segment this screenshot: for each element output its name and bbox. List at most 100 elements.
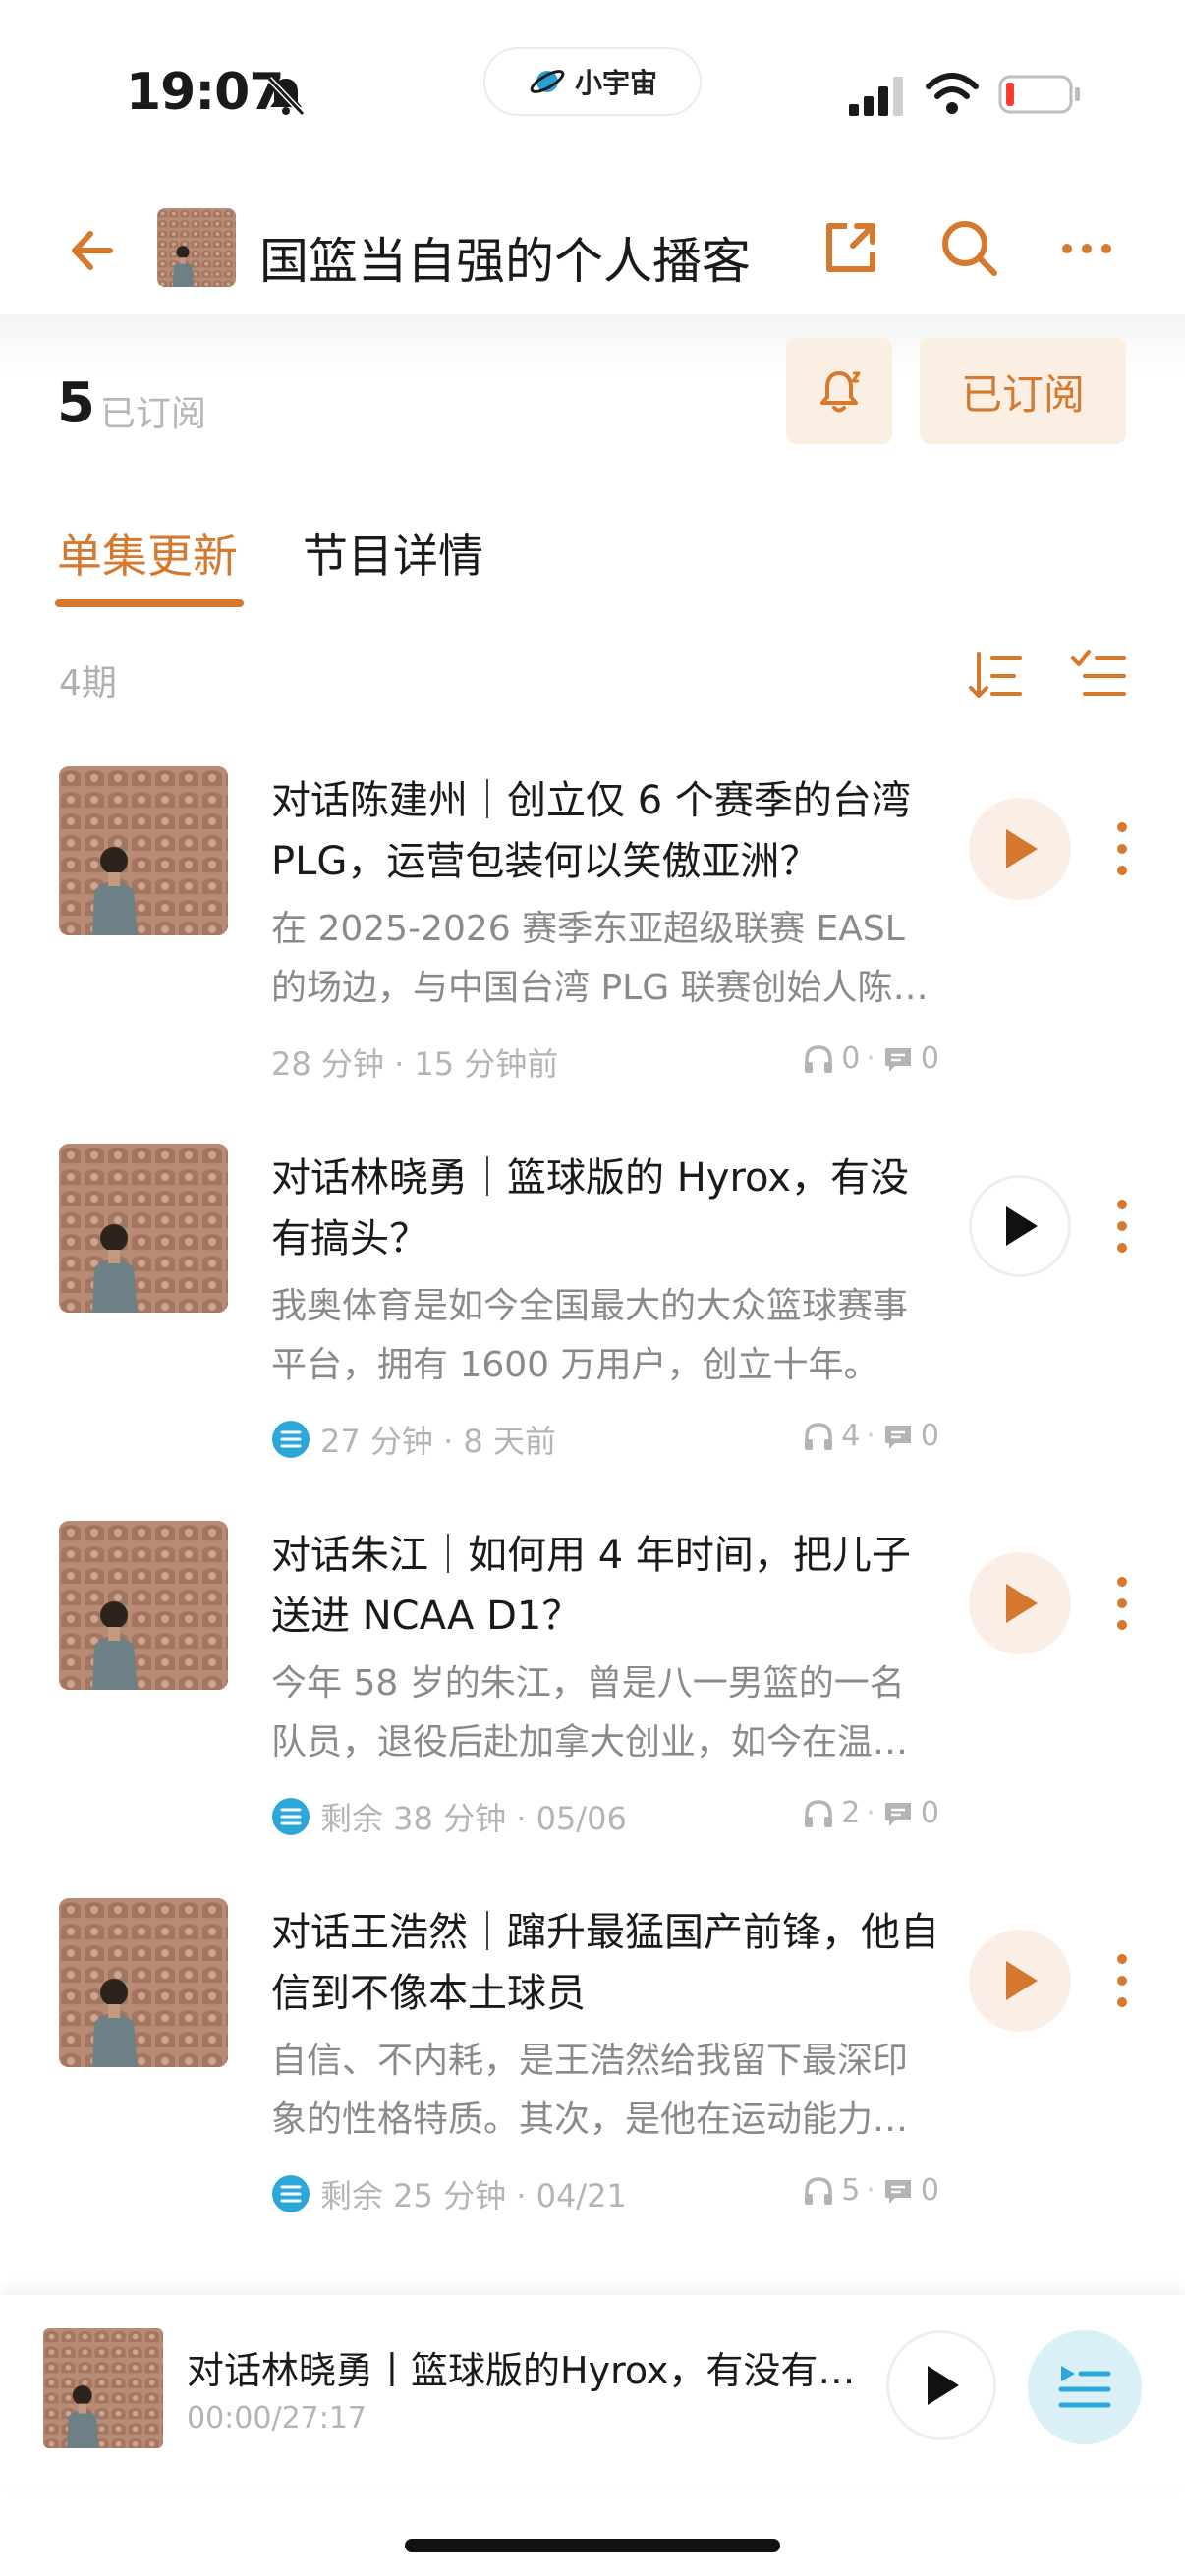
sort-icon[interactable]	[967, 646, 1026, 705]
bell-off-icon	[266, 76, 306, 117]
playlist-queue-button[interactable]	[1028, 2330, 1142, 2444]
headphones-icon	[805, 1422, 833, 1450]
cover-art-image	[59, 766, 228, 935]
episode-duration-date: 剩余 38 分钟 · 05/06	[320, 1800, 627, 1837]
stats-separator: ·	[866, 2173, 875, 2208]
comment-icon	[884, 1802, 911, 1826]
share-icon[interactable]	[819, 216, 882, 279]
episode-cover-image	[59, 1521, 228, 1690]
planet-icon	[530, 70, 565, 93]
cover-art-image	[59, 1898, 228, 2067]
playlist-icon	[1058, 2366, 1111, 2408]
episode-title[interactable]: 对话林晓勇｜篮球版的 Hyrox，有没有搞头？	[271, 1148, 939, 1269]
episode-stats: 2 · 0	[802, 1796, 939, 1830]
active-tab-indicator	[55, 599, 244, 607]
episode-more-icon[interactable]	[1102, 817, 1142, 880]
play-icon	[1006, 829, 1038, 868]
wifi-icon	[926, 73, 979, 114]
comment-count: 0	[920, 1041, 939, 1076]
comment-icon	[884, 1425, 911, 1449]
episode-description: 自信、不内耗，是王浩然给我留下最深印象的性格特质。其次，是他在运动能力上的天赋。	[271, 2041, 909, 2140]
signal-icon	[849, 77, 903, 116]
battery-low-icon	[998, 75, 1080, 114]
episode-item-2[interactable]: 对话林晓勇｜篮球版的 Hyrox，有没有搞头？ 我奥体育是如今全国最大的大众篮球…	[0, 1144, 1185, 1521]
play-count: 5	[841, 2173, 861, 2208]
transcript-icon	[272, 1798, 310, 1835]
episode-duration-date: 剩余 25 分钟 · 04/21	[320, 2177, 627, 2214]
stats-separator: ·	[866, 1041, 875, 1076]
episode-stats: 5 · 0	[802, 2173, 939, 2208]
transcript-icon	[272, 1421, 310, 1458]
play-count: 2	[841, 1796, 861, 1830]
episode-title[interactable]: 对话朱江｜如何用 4 年时间，把儿子送进 NCAA D1？	[271, 1525, 939, 1647]
episode-meta: 27 分钟 · 8 天前	[271, 1417, 556, 1462]
play-icon	[928, 2366, 959, 2405]
comment-icon	[884, 1047, 911, 1072]
subscribed-button[interactable]: 已订阅	[920, 338, 1126, 444]
subscriber-count: 5	[57, 371, 95, 435]
episode-description: 今年 58 岁的朱江，曾是八一男篮的一名队员，退役后赴加拿大创业，如今在温哥华。	[271, 1663, 909, 1763]
subscriber-label: 已订阅	[100, 394, 207, 434]
mini-player-play-button[interactable]	[886, 2330, 996, 2440]
episode-cover-image	[59, 1144, 228, 1313]
more-icon[interactable]	[1057, 222, 1116, 275]
app-island-pill[interactable]: 小宇宙	[483, 47, 702, 116]
headphones-icon	[805, 1799, 833, 1827]
search-icon[interactable]	[937, 216, 1000, 279]
episode-title[interactable]: 对话陈建州｜创立仅 6 个赛季的台湾 PLG，运营包装何以笑傲亚洲？	[271, 770, 939, 892]
headphones-icon	[805, 1044, 833, 1073]
play-icon	[1006, 1206, 1038, 1246]
episode-title[interactable]: 对话王浩然｜蹿升最猛国产前锋，他自信到不像本土球员	[271, 1902, 939, 2024]
episode-duration-date: 27 分钟 · 8 天前	[320, 1423, 556, 1460]
play-icon	[1006, 1961, 1038, 2000]
island-label: 小宇宙	[574, 67, 657, 99]
episode-meta: 剩余 38 分钟 · 05/06	[271, 1794, 627, 1839]
tab-details[interactable]: 节目详情	[303, 521, 483, 586]
status-time: 19:07	[126, 63, 285, 122]
tab-bar: 单集更新 节目详情	[0, 511, 1185, 609]
episode-count-row: 4期	[0, 639, 1185, 717]
comment-count: 0	[920, 1796, 939, 1830]
bell-icon	[820, 371, 861, 413]
episode-count: 4期	[59, 663, 117, 703]
stats-separator: ·	[866, 1796, 875, 1830]
episode-play-button[interactable]	[969, 1175, 1071, 1277]
episode-cover-image	[59, 1898, 228, 2067]
stats-separator: ·	[866, 1419, 875, 1453]
comment-count: 0	[920, 1419, 939, 1453]
episode-more-icon[interactable]	[1102, 1195, 1142, 1258]
episode-play-button[interactable]	[969, 798, 1071, 900]
transcript-icon	[272, 2175, 310, 2212]
cover-art-image	[43, 2328, 163, 2448]
episode-more-icon[interactable]	[1102, 1949, 1142, 2012]
cover-art-image	[59, 1521, 228, 1690]
mini-player[interactable]: 对话林晓勇丨篮球版的Hyrox，有没有… 00:00/27:17	[0, 2295, 1185, 2488]
mini-player-cover	[43, 2328, 163, 2448]
comment-icon	[884, 2179, 911, 2204]
episode-more-icon[interactable]	[1102, 1572, 1142, 1635]
mini-player-title[interactable]: 对话林晓勇丨篮球版的Hyrox，有没有…	[187, 2340, 855, 2394]
comment-count: 0	[920, 2173, 939, 2208]
back-arrow-icon[interactable]	[65, 224, 118, 277]
play-icon	[1006, 1584, 1038, 1623]
episode-stats: 4 · 0	[802, 1419, 939, 1453]
notification-button[interactable]	[786, 338, 892, 444]
episode-meta: 28 分钟 · 15 分钟前	[271, 1039, 558, 1085]
episode-play-button[interactable]	[969, 1930, 1071, 2032]
episode-cover-image	[59, 766, 228, 935]
episode-play-button[interactable]	[969, 1552, 1071, 1654]
play-count: 4	[841, 1419, 861, 1453]
headphones-icon	[805, 2176, 833, 2205]
episode-item-1[interactable]: 对话陈建州｜创立仅 6 个赛季的台湾 PLG，运营包装何以笑傲亚洲？ 在 202…	[0, 766, 1185, 1144]
page-title: 国篮当自强的个人播客	[259, 233, 751, 290]
episode-item-3[interactable]: 对话朱江｜如何用 4 年时间，把儿子送进 NCAA D1？ 今年 58 岁的朱江…	[0, 1521, 1185, 1898]
episode-stats: 0 · 0	[802, 1041, 939, 1076]
episode-meta: 剩余 25 分钟 · 04/21	[271, 2171, 627, 2216]
episode-item-4[interactable]: 对话王浩然｜蹿升最猛国产前锋，他自信到不像本土球员 自信、不内耗，是王浩然给我留…	[0, 1898, 1185, 2275]
subscribe-row: 5 已订阅 已订阅	[0, 314, 1185, 462]
episode-description: 我奥体育是如今全国最大的大众篮球赛事平台，拥有 1600 万用户，创立十年。	[271, 1286, 909, 1385]
podcast-cover-image	[157, 208, 236, 287]
tab-episodes[interactable]: 单集更新	[57, 521, 238, 586]
mini-player-time: 00:00/27:17	[187, 2401, 367, 2436]
multi-select-icon[interactable]	[1069, 646, 1128, 705]
